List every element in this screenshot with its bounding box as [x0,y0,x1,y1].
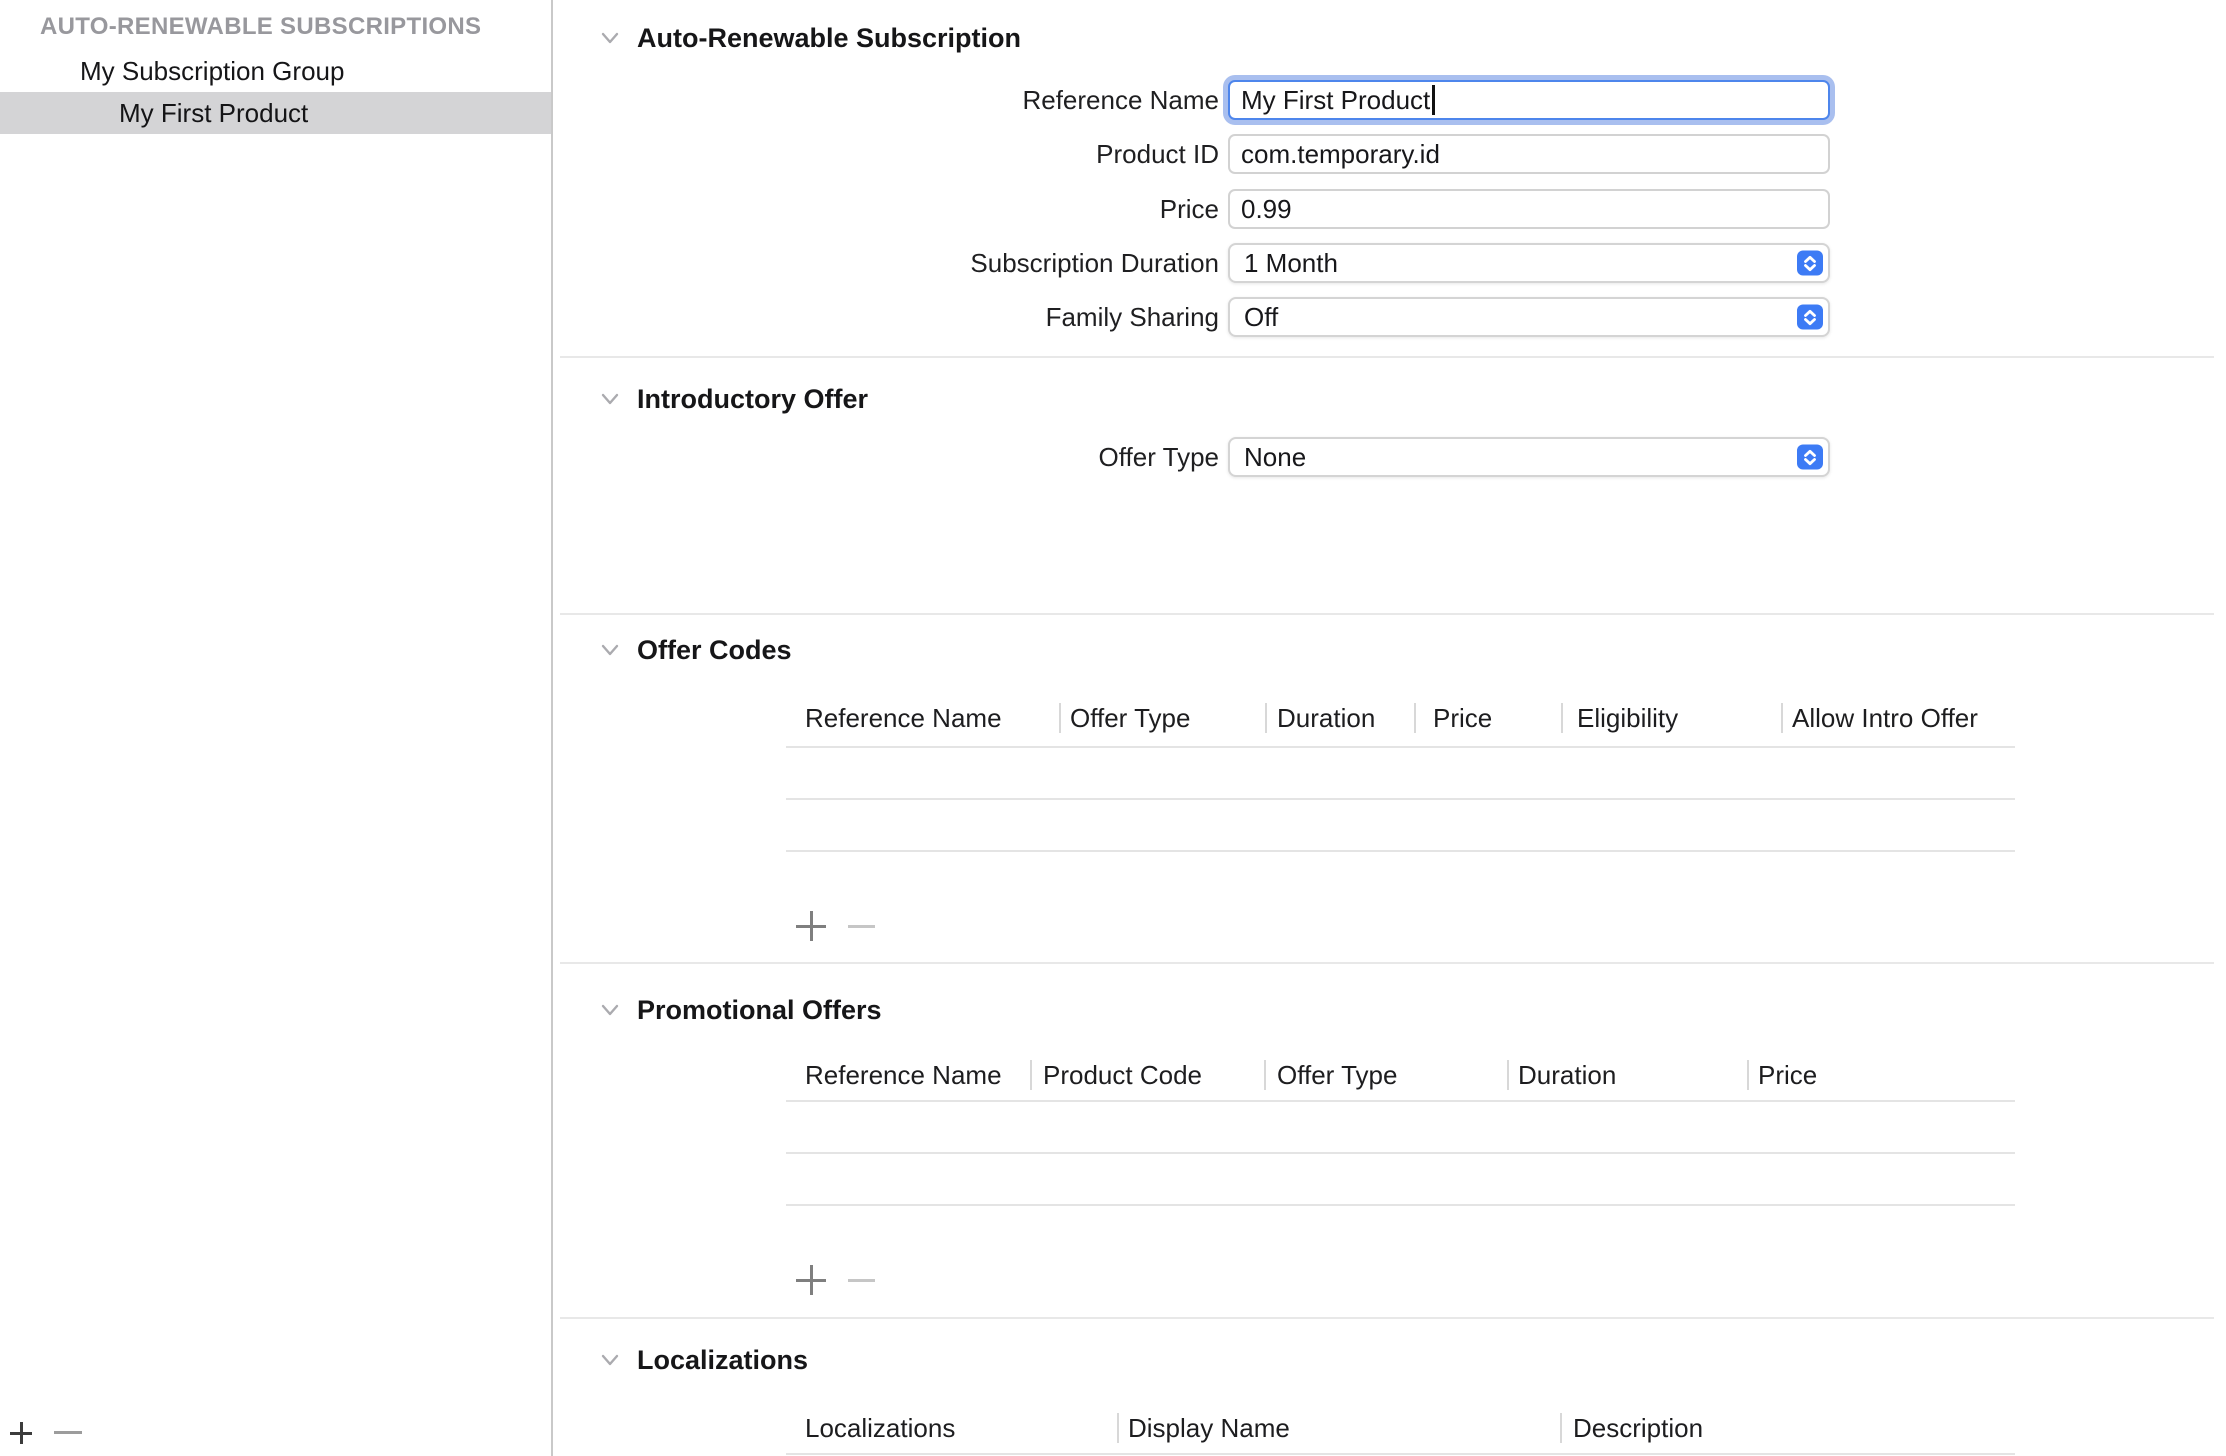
column-header-description[interactable]: Description [1573,1409,1703,1447]
table-row-line [786,798,2015,800]
promotional-offers-remove-button minus-icon[interactable] [848,1279,875,1282]
column-separator [1747,1060,1749,1090]
reference-name-value: My First Product [1241,85,1430,115]
column-header-eligibility[interactable]: Eligibility [1577,699,1678,737]
popup-stepper-icon [1797,445,1823,470]
sidebar-section-label: AUTO-RENEWABLE SUBSCRIPTIONS [40,12,481,42]
section-header-auto-renewable: Auto-Renewable Subscription [598,21,1021,55]
section-header-promotional-offers: Promotional Offers [598,993,882,1027]
family-sharing-label: Family Sharing [1046,297,1219,337]
column-header-price[interactable]: Price [1758,1056,1817,1094]
popup-stepper-icon [1797,305,1823,330]
family-sharing-value: Off [1244,302,1278,332]
column-separator [1781,703,1783,733]
sidebar-item-label: My First Product [119,92,308,134]
sidebar-item-first-product[interactable]: My First Product [0,92,551,134]
chevron-down-icon[interactable] [598,387,622,411]
section-title: Auto-Renewable Subscription [637,23,1021,54]
column-separator [1059,703,1061,733]
family-sharing-select[interactable]: Off [1228,297,1830,337]
column-header-reference-name[interactable]: Reference Name [805,699,1002,737]
chevron-down-icon[interactable] [598,998,622,1022]
subscription-duration-label: Subscription Duration [970,243,1219,283]
column-header-offer-type[interactable]: Offer Type [1277,1056,1397,1094]
subscription-duration-select[interactable]: 1 Month [1228,243,1830,283]
section-title: Localizations [637,1345,808,1376]
column-header-allow-intro-offer[interactable]: Allow Intro Offer [1792,699,1978,737]
section-header-localizations: Localizations [598,1343,808,1377]
table-header-underline [786,1100,2015,1102]
column-separator [1561,703,1563,733]
section-divider [560,356,2214,358]
column-separator [1265,703,1267,733]
offer-codes-add-button plus-icon[interactable] [796,911,826,941]
section-title: Promotional Offers [637,995,882,1026]
chevron-down-icon[interactable] [598,638,622,662]
section-title: Introductory Offer [637,384,868,415]
column-separator [1414,703,1416,733]
column-header-product-code[interactable]: Product Code [1043,1056,1202,1094]
section-divider [560,1317,2214,1319]
subscription-duration-value: 1 Month [1244,248,1338,278]
sidebar-remove-button minus-icon[interactable] [54,1431,82,1434]
column-header-duration[interactable]: Duration [1518,1056,1616,1094]
sidebar-add-button plus-icon[interactable] [10,1422,32,1444]
section-header-offer-codes: Offer Codes [598,633,792,667]
column-separator [1117,1413,1119,1443]
table-row-line [786,1152,2015,1154]
offer-type-select[interactable]: None [1228,437,1830,477]
offer-codes-remove-button minus-icon[interactable] [848,925,875,928]
column-separator [1560,1413,1562,1443]
column-header-price[interactable]: Price [1433,699,1492,737]
chevron-down-icon[interactable] [598,26,622,50]
sidebar-item-subscription-group[interactable]: My Subscription Group [80,50,344,92]
product-id-value: com.temporary.id [1241,139,1440,169]
product-id-input[interactable]: com.temporary.id [1228,134,1830,174]
table-row-line [786,1204,2015,1206]
column-separator [1030,1060,1032,1090]
price-label: Price [1160,189,1219,229]
column-header-display-name[interactable]: Display Name [1128,1409,1290,1447]
table-header-underline [786,746,2015,748]
reference-name-input[interactable]: My First Product [1228,80,1830,120]
offer-type-value: None [1244,442,1306,472]
reference-name-label: Reference Name [1022,80,1219,120]
section-divider [560,962,2214,964]
column-separator [1264,1060,1266,1090]
product-id-label: Product ID [1096,134,1219,174]
section-title: Offer Codes [637,635,792,666]
sidebar: AUTO-RENEWABLE SUBSCRIPTIONS My Subscrip… [0,0,553,1456]
column-separator [1507,1060,1509,1090]
promotional-offers-add-button plus-icon[interactable] [796,1265,826,1295]
price-value: 0.99 [1241,194,1292,224]
table-header-underline [786,1453,2015,1455]
chevron-down-icon[interactable] [598,1348,622,1372]
section-header-introductory-offer: Introductory Offer [598,382,868,416]
column-header-reference-name[interactable]: Reference Name [805,1056,1002,1094]
column-header-offer-type[interactable]: Offer Type [1070,699,1190,737]
popup-stepper-icon [1797,251,1823,276]
column-header-duration[interactable]: Duration [1277,699,1375,737]
price-input[interactable]: 0.99 [1228,189,1830,229]
table-row-line [786,850,2015,852]
section-divider [560,613,2214,615]
column-header-localizations[interactable]: Localizations [805,1409,955,1447]
text-caret [1432,85,1435,115]
offer-type-label: Offer Type [1099,437,1219,477]
